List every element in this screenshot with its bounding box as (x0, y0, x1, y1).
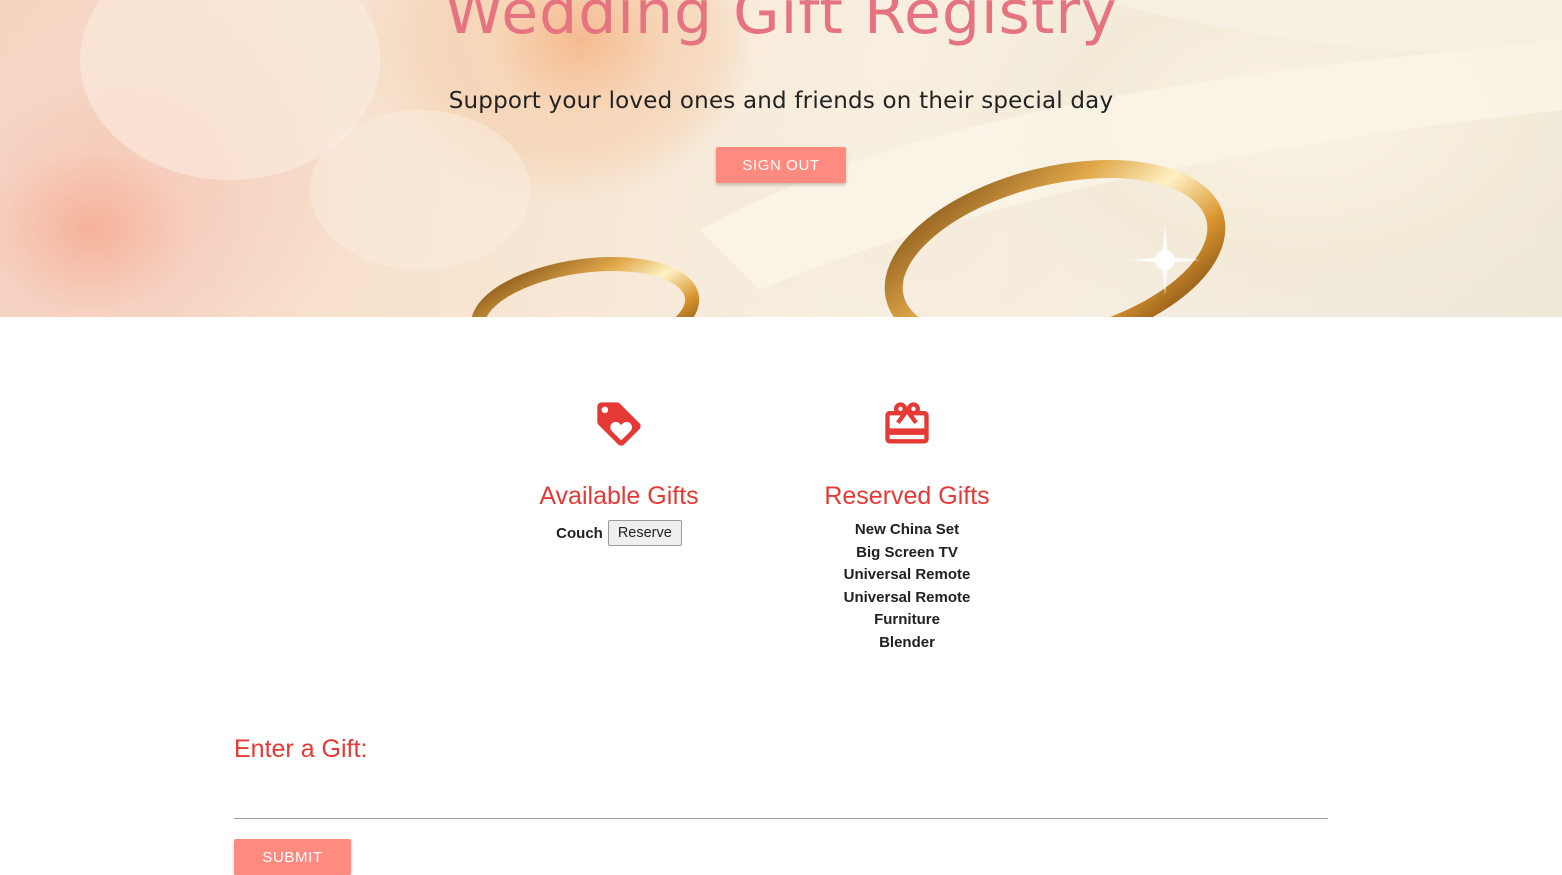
available-gift-name: Couch (556, 524, 603, 542)
reserved-gifts-heading: Reserved Gifts (824, 482, 990, 510)
list-item: Furniture (874, 611, 940, 629)
list-item: Blender (879, 633, 935, 651)
gift-input[interactable] (234, 782, 1328, 819)
list-item: Big Screen TV (856, 543, 958, 561)
list-item: Couch Reserve (488, 520, 750, 546)
hero-banner: Wedding Gift Registry Support your loved… (0, 0, 1562, 317)
sign-out-button[interactable]: SIGN OUT (716, 147, 846, 183)
page-subtitle: Support your loved ones and friends on t… (448, 88, 1114, 114)
enter-gift-label: Enter a Gift: (234, 735, 368, 763)
reserved-gifts-list: New China Set Big Screen TV Universal Re… (776, 519, 1038, 655)
gift-card-icon (885, 402, 929, 444)
list-item: Universal Remote (843, 588, 971, 606)
submit-button[interactable]: SUBMIT (234, 839, 351, 875)
heart-tag-icon (597, 402, 641, 446)
page-title: Wedding Gift Registry (444, 0, 1118, 48)
available-gifts-heading: Available Gifts (539, 482, 699, 510)
list-item: Universal Remote (843, 566, 971, 584)
available-gifts-section: Available Gifts Couch Reserve (488, 398, 750, 546)
list-item: New China Set (854, 521, 960, 538)
reserved-gifts-section: Reserved Gifts New China Set Big Screen … (776, 398, 1038, 655)
reserve-button[interactable]: Reserve (607, 520, 682, 546)
